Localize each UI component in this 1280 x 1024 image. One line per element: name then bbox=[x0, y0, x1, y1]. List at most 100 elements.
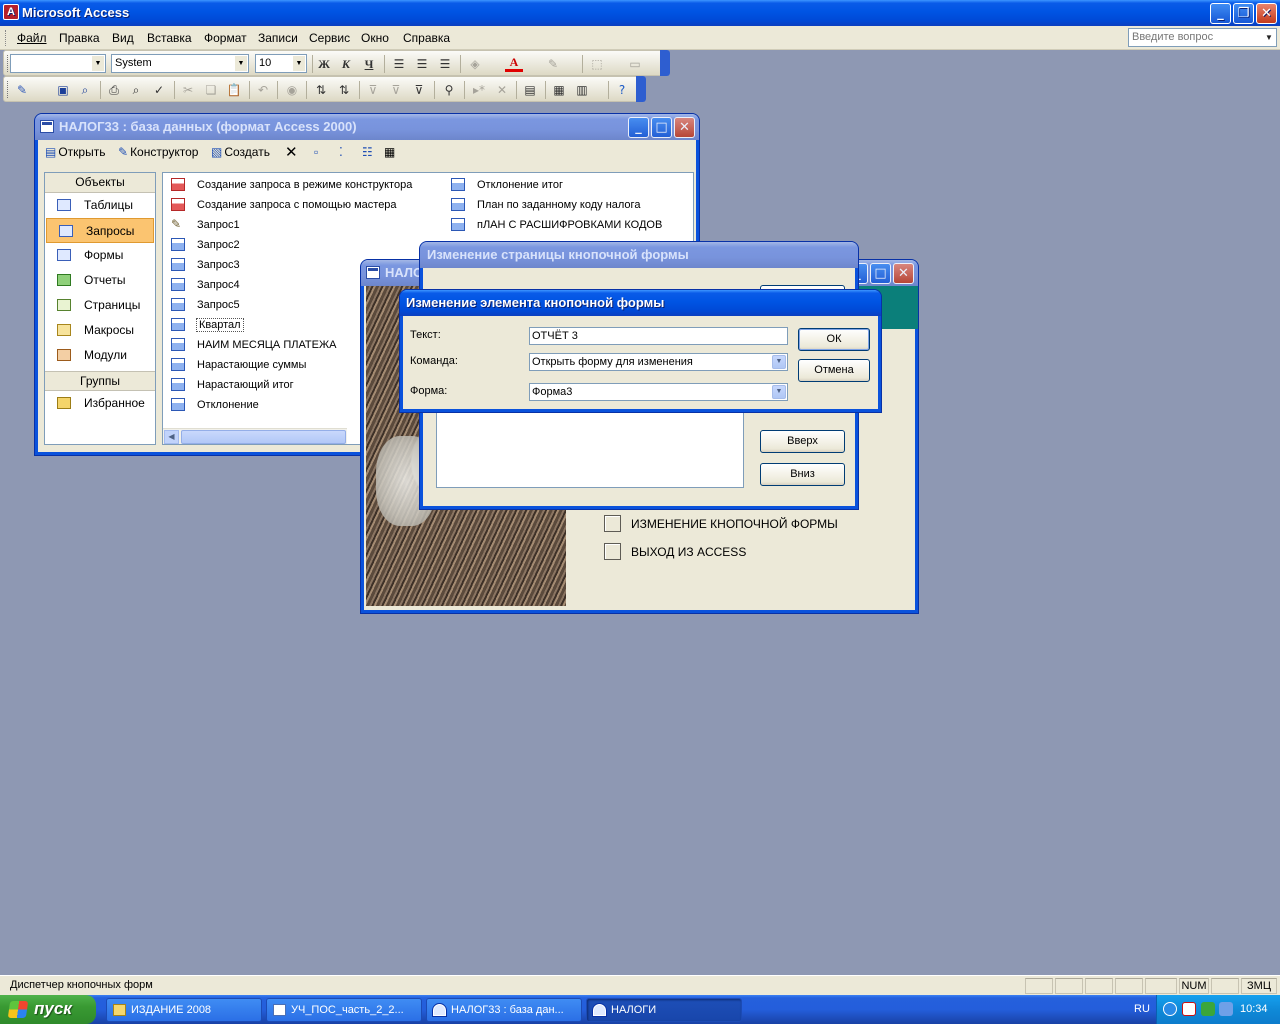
list-item[interactable]: НАИМ МЕСЯЦА ПЛАТЕЖА bbox=[163, 335, 336, 355]
close-button[interactable]: ✕ bbox=[893, 263, 914, 284]
object-combo[interactable]: ▼ bbox=[10, 54, 106, 73]
find-icon[interactable]: ⚲ bbox=[440, 81, 458, 99]
file-search-icon[interactable]: ⌕ bbox=[76, 81, 94, 99]
groups-header[interactable]: Группы bbox=[45, 371, 155, 391]
object-modules[interactable]: Модули bbox=[45, 343, 155, 368]
group-favorites[interactable]: Избранное bbox=[45, 391, 155, 416]
menu-edit[interactable]: Правка bbox=[59, 31, 100, 45]
ok-button[interactable]: ОК bbox=[798, 328, 870, 351]
large-icons-icon[interactable]: ▫ bbox=[314, 145, 318, 159]
cut-icon[interactable]: ✂ bbox=[179, 81, 197, 99]
design-button[interactable]: ✎ Конструктор bbox=[118, 145, 198, 159]
office-links-icon[interactable]: ◉ bbox=[283, 81, 301, 99]
scroll-thumb[interactable] bbox=[181, 430, 346, 444]
delete-record-icon[interactable]: ✕ bbox=[493, 81, 511, 99]
font-size-combo[interactable]: 10 ▼ bbox=[255, 54, 307, 73]
menu-format[interactable]: Формат bbox=[204, 31, 247, 45]
object-macros[interactable]: Макросы bbox=[45, 318, 155, 343]
close-button[interactable]: ✕ bbox=[674, 117, 695, 138]
task-nalogi[interactable]: НАЛОГИ bbox=[586, 998, 742, 1022]
line-width-icon[interactable]: ▭ bbox=[626, 55, 644, 73]
restore-button[interactable]: ❐ bbox=[1233, 3, 1254, 24]
object-forms[interactable]: Формы bbox=[45, 243, 155, 268]
chevron-down-icon[interactable]: ▼ bbox=[1263, 30, 1275, 45]
move-up-button[interactable]: Вверх bbox=[760, 430, 845, 453]
list-item[interactable]: Нарастающие суммы bbox=[163, 355, 306, 375]
properties-icon[interactable]: ▤ bbox=[521, 81, 539, 99]
list-item[interactable]: План по заданному коду налога bbox=[443, 195, 640, 215]
form-select[interactable]: Форма3 ▼ bbox=[529, 383, 788, 401]
filter-form-icon[interactable]: ⊽ bbox=[387, 81, 405, 99]
list-item[interactable]: пЛАН С РАСШИФРОВКАМИ КОДОВ bbox=[443, 215, 662, 235]
paste-icon[interactable]: 📋 bbox=[225, 81, 243, 99]
chevron-down-icon[interactable]: ▼ bbox=[235, 56, 247, 71]
fill-color-icon[interactable]: ◈ bbox=[466, 55, 484, 73]
volume-icon[interactable] bbox=[1219, 1002, 1233, 1016]
object-queries[interactable]: Запросы bbox=[46, 218, 154, 243]
create-button[interactable]: ▧ Создать bbox=[211, 145, 270, 159]
apply-filter-icon[interactable]: ⊽ bbox=[410, 81, 428, 99]
menu-insert[interactable]: Вставка bbox=[147, 31, 192, 45]
print-icon[interactable]: ⎙ bbox=[105, 81, 123, 99]
spelling-icon[interactable]: ✓ bbox=[150, 81, 168, 99]
chevron-down-icon[interactable]: ▼ bbox=[92, 56, 104, 71]
view-icon[interactable]: ✎ bbox=[13, 81, 31, 99]
list-view-icon[interactable]: ☷ bbox=[362, 145, 373, 159]
list-item[interactable]: ✎ Запрос1 bbox=[163, 215, 240, 235]
align-center-icon[interactable]: ☰ bbox=[413, 55, 431, 73]
menu-file[interactable]: Файл bbox=[17, 31, 47, 45]
close-button[interactable]: ✕ bbox=[1256, 3, 1277, 24]
object-reports[interactable]: Отчеты bbox=[45, 268, 155, 293]
switchboard-item-button[interactable] bbox=[604, 515, 621, 532]
maximize-button[interactable]: □ bbox=[870, 263, 891, 284]
switchboard-item-button[interactable] bbox=[604, 543, 621, 560]
delete-icon[interactable]: ✕ bbox=[285, 143, 298, 161]
list-item[interactable]: Отклонение bbox=[163, 395, 259, 415]
menu-tools[interactable]: Сервис bbox=[309, 31, 350, 45]
list-item[interactable]: Запрос3 bbox=[163, 255, 240, 275]
sort-descending-icon[interactable]: ⇅ bbox=[335, 81, 353, 99]
details-view-icon[interactable]: ▦ bbox=[384, 145, 395, 159]
object-tables[interactable]: Таблицы bbox=[45, 193, 155, 218]
align-left-icon[interactable]: ☰ bbox=[390, 55, 408, 73]
start-button[interactable]: пуск bbox=[0, 995, 96, 1024]
list-item[interactable]: Запрос2 bbox=[163, 235, 240, 255]
language-indicator[interactable]: RU bbox=[1134, 1003, 1150, 1015]
help-question-input[interactable]: Введите вопрос ▼ bbox=[1128, 28, 1277, 47]
scroll-left-icon[interactable]: ◀ bbox=[164, 430, 179, 444]
menu-records[interactable]: Записи bbox=[258, 31, 298, 45]
objects-header[interactable]: Объекты bbox=[45, 173, 155, 193]
chevron-down-icon[interactable]: ▼ bbox=[772, 355, 786, 369]
list-item[interactable]: Нарастающий итог bbox=[163, 375, 294, 395]
list-item[interactable]: Запрос5 bbox=[163, 295, 240, 315]
italic-button[interactable]: К bbox=[337, 55, 355, 73]
menu-help[interactable]: Справка bbox=[403, 31, 450, 45]
text-input[interactable]: ОТЧЁТ 3 bbox=[529, 327, 788, 345]
chevron-down-icon[interactable]: ▼ bbox=[772, 385, 786, 399]
horizontal-scrollbar[interactable]: ◀ bbox=[163, 428, 347, 444]
font-name-combo[interactable]: System ▼ bbox=[111, 54, 249, 73]
page-items-list[interactable]: ВОЗВРАТ В ГЛАВНУЮ КФ bbox=[436, 402, 744, 488]
underline-button[interactable]: Ч bbox=[360, 55, 378, 73]
network-icon[interactable] bbox=[1201, 1002, 1215, 1016]
help-icon[interactable]: ? bbox=[613, 81, 631, 99]
list-item[interactable]: Создание запроса в режиме конструктора bbox=[163, 175, 412, 195]
font-color-icon[interactable]: A bbox=[505, 55, 523, 72]
task-izdanie-2008[interactable]: ИЗДАНИЕ 2008 bbox=[106, 998, 262, 1022]
open-button[interactable]: ▤ Открыть bbox=[45, 145, 105, 159]
toolbar-options-icon[interactable] bbox=[636, 76, 646, 102]
print-preview-icon[interactable]: ⌕ bbox=[127, 81, 145, 99]
menu-window[interactable]: Окно bbox=[361, 31, 389, 45]
minimize-button[interactable]: _ bbox=[1210, 3, 1231, 24]
menu-view[interactable]: Вид bbox=[112, 31, 134, 45]
task-uch-pos[interactable]: УЧ_ПОС_часть_2_2... bbox=[266, 998, 422, 1022]
new-record-icon[interactable]: ▸* bbox=[470, 81, 488, 99]
copy-icon[interactable]: ❏ bbox=[202, 81, 220, 99]
bold-button[interactable]: Ж bbox=[315, 55, 333, 73]
antivirus-icon[interactable] bbox=[1182, 1002, 1196, 1016]
filter-selection-icon[interactable]: ⊽ bbox=[364, 81, 382, 99]
object-pages[interactable]: Страницы bbox=[45, 293, 155, 318]
line-color-icon[interactable]: ✎ bbox=[544, 55, 562, 73]
list-item[interactable]: Создание запроса с помощью мастера bbox=[163, 195, 397, 215]
maximize-button[interactable]: □ bbox=[651, 117, 672, 138]
